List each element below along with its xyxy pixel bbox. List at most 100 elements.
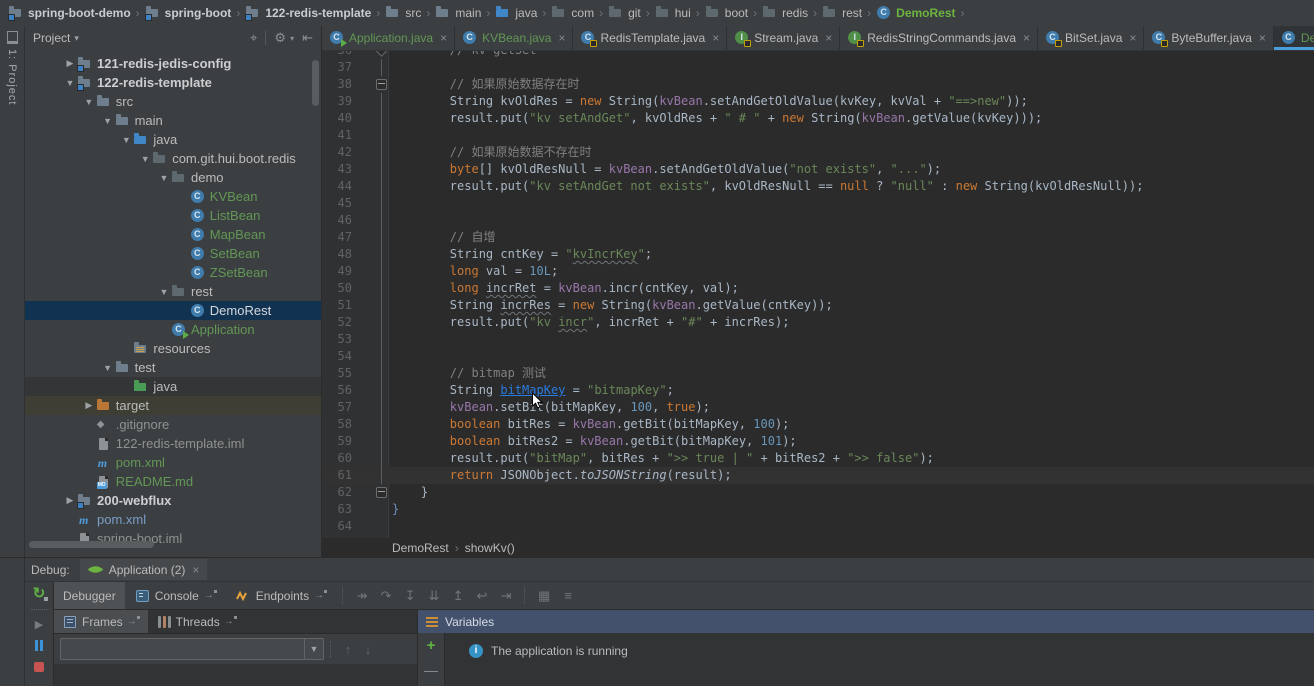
tree-item-kvbean[interactable]: CKVBean <box>25 187 321 206</box>
line-number[interactable]: 36 <box>322 51 352 59</box>
fold-marker-column[interactable] <box>374 518 388 535</box>
chevron-down-icon[interactable]: ▼ <box>63 78 77 88</box>
line-number[interactable]: 52 <box>322 314 352 331</box>
close-icon[interactable]: × <box>192 563 199 577</box>
fold-marker-column[interactable] <box>374 467 388 484</box>
editor-tab-application-java[interactable]: CApplication.java× <box>322 26 455 50</box>
line-number[interactable]: 59 <box>322 433 352 450</box>
line-number[interactable]: 39 <box>322 93 352 110</box>
chevron-down-icon[interactable]: ▼ <box>157 173 171 183</box>
line-number[interactable]: 38 <box>322 76 352 93</box>
chevron-down-icon[interactable]: ▼ <box>157 287 171 297</box>
code-line[interactable]: 42 // 如果原始数据不存在时 <box>322 144 1314 161</box>
breadcrumb-method[interactable]: showKv() <box>465 541 515 555</box>
line-number[interactable]: 37 <box>322 59 352 76</box>
frames-list[interactable] <box>54 664 417 686</box>
code-line[interactable]: 64 <box>322 518 1314 535</box>
close-icon[interactable]: × <box>825 31 832 45</box>
step-over-icon[interactable]: ↷ <box>374 582 398 609</box>
fold-marker-column[interactable] <box>374 331 388 348</box>
tree-item-rest[interactable]: ▼rest <box>25 282 321 301</box>
tree-item-application[interactable]: CApplication <box>25 320 321 339</box>
breadcrumb-item[interactable]: com <box>551 5 594 21</box>
tree-item-122-redis-template[interactable]: ▼122-redis-template <box>25 73 321 92</box>
code-line[interactable]: 46 <box>322 212 1314 229</box>
line-number[interactable]: 53 <box>322 331 352 348</box>
breadcrumb-item[interactable]: boot <box>705 5 748 21</box>
tree-item-java[interactable]: ▼java <box>25 130 321 149</box>
code-line[interactable]: 56 String bitMapKey = "bitmapKey"; <box>322 382 1314 399</box>
fold-marker-column[interactable] <box>374 246 388 263</box>
tree-item-resources[interactable]: resources <box>25 339 321 358</box>
fold-marker-column[interactable] <box>374 195 388 212</box>
combobox-arrow-icon[interactable]: ▼ <box>304 639 323 659</box>
project-view-selector[interactable]: Project ▾ <box>33 31 79 45</box>
line-number[interactable]: 49 <box>322 263 352 280</box>
next-frame-icon[interactable]: ↓ <box>358 642 378 657</box>
code-line[interactable]: 37 <box>322 59 1314 76</box>
fold-marker-column[interactable] <box>374 484 388 501</box>
breadcrumb-item[interactable]: redis <box>762 5 808 21</box>
fold-collapse-icon[interactable] <box>376 487 387 498</box>
fold-marker-column[interactable] <box>374 93 388 110</box>
editor-tab-stream-java[interactable]: IStream.java× <box>727 26 840 50</box>
project-stripe-button[interactable]: 1: Project <box>0 31 24 105</box>
resume-button[interactable]: ▶ <box>35 618 43 631</box>
locate-icon[interactable]: ⌖ <box>250 30 257 46</box>
pin-icon[interactable]: → <box>127 616 140 627</box>
fold-marker-column[interactable] <box>374 297 388 314</box>
code-line[interactable]: 58 boolean bitRes = kvBean.getBit(bitMap… <box>322 416 1314 433</box>
chevron-down-icon[interactable]: ▼ <box>101 116 115 126</box>
code-line[interactable]: 52 result.put("kv incr", incrRet + "#" +… <box>322 314 1314 331</box>
fold-marker-column[interactable] <box>374 399 388 416</box>
close-icon[interactable]: × <box>1129 31 1136 45</box>
tree-item-com-git-hui-boot-redis[interactable]: ▼com.git.hui.boot.redis <box>25 149 321 168</box>
editor-tab-demorest-java[interactable]: CDemoRest.java× <box>1274 26 1314 50</box>
debug-view-tab-debugger[interactable]: Debugger <box>54 582 125 609</box>
fold-marker-column[interactable] <box>374 127 388 144</box>
code-line[interactable]: 38 // 如果原始数据存在时 <box>322 76 1314 93</box>
tree-item-mapbean[interactable]: CMapBean <box>25 225 321 244</box>
pin-icon[interactable]: → <box>314 590 327 601</box>
pin-icon[interactable]: → <box>204 590 217 601</box>
code-line[interactable]: 54 <box>322 348 1314 365</box>
fold-marker-column[interactable] <box>374 144 388 161</box>
debug-session-tab[interactable]: Application (2) × <box>80 559 208 580</box>
tree-item-pom-xml[interactable]: mpom.xml <box>25 453 321 472</box>
code-line[interactable]: 48 String cntKey = "kvIncrKey"; <box>322 246 1314 263</box>
fold-marker-column[interactable] <box>374 280 388 297</box>
code-editor[interactable]: 36 // kv getSet3738 // 如果原始数据存在时39 Strin… <box>322 51 1314 538</box>
view-breakpoints-icon[interactable]: ▦ <box>532 582 556 609</box>
close-icon[interactable]: × <box>712 31 719 45</box>
editor-tab-bytebuffer-java[interactable]: CByteBuffer.java× <box>1144 26 1274 50</box>
tree-item-zsetbean[interactable]: CZSetBean <box>25 263 321 282</box>
code-line[interactable]: 45 <box>322 195 1314 212</box>
fold-marker-column[interactable] <box>374 161 388 178</box>
chevron-right-icon[interactable]: ▶ <box>82 400 96 411</box>
tree-item-readme-md[interactable]: MDREADME.md <box>25 472 321 491</box>
tree-item-200-webflux[interactable]: ▶200-webflux <box>25 491 321 510</box>
add-watch-icon[interactable]: + <box>427 639 436 653</box>
breadcrumb-item[interactable]: spring-boot <box>145 5 232 21</box>
prev-frame-icon[interactable]: ↑ <box>338 642 358 657</box>
tree-item-target[interactable]: ▶target <box>25 396 321 415</box>
tree-item-demorest[interactable]: CDemoRest <box>25 301 321 320</box>
step-into-icon[interactable]: ↧ <box>398 582 422 609</box>
chevron-down-icon[interactable]: ▼ <box>119 135 133 145</box>
code-line[interactable]: 63} <box>322 501 1314 518</box>
debug-view-tab-endpoints[interactable]: Endpoints→ <box>226 582 336 609</box>
chevron-down-icon[interactable]: ▼ <box>138 154 152 164</box>
line-number[interactable]: 61 <box>322 467 352 484</box>
tree-item-demo[interactable]: ▼demo <box>25 168 321 187</box>
fold-marker-column[interactable] <box>374 416 388 433</box>
code-line[interactable]: 43 byte[] kvOldResNull = kvBean.setAndGe… <box>322 161 1314 178</box>
tree-item--gitignore[interactable]: ◆.gitignore <box>25 415 321 434</box>
code-line[interactable]: 50 long incrRet = kvBean.incr(cntKey, va… <box>322 280 1314 297</box>
breadcrumb-item[interactable]: hui <box>655 5 691 21</box>
line-number[interactable]: 48 <box>322 246 352 263</box>
close-icon[interactable]: × <box>558 31 565 45</box>
chevron-right-icon[interactable]: ▶ <box>63 58 77 69</box>
code-line[interactable]: 47 // 自增 <box>322 229 1314 246</box>
code-line[interactable]: 44 result.put("kv setAndGet not exists",… <box>322 178 1314 195</box>
fold-marker-column[interactable] <box>374 501 388 518</box>
